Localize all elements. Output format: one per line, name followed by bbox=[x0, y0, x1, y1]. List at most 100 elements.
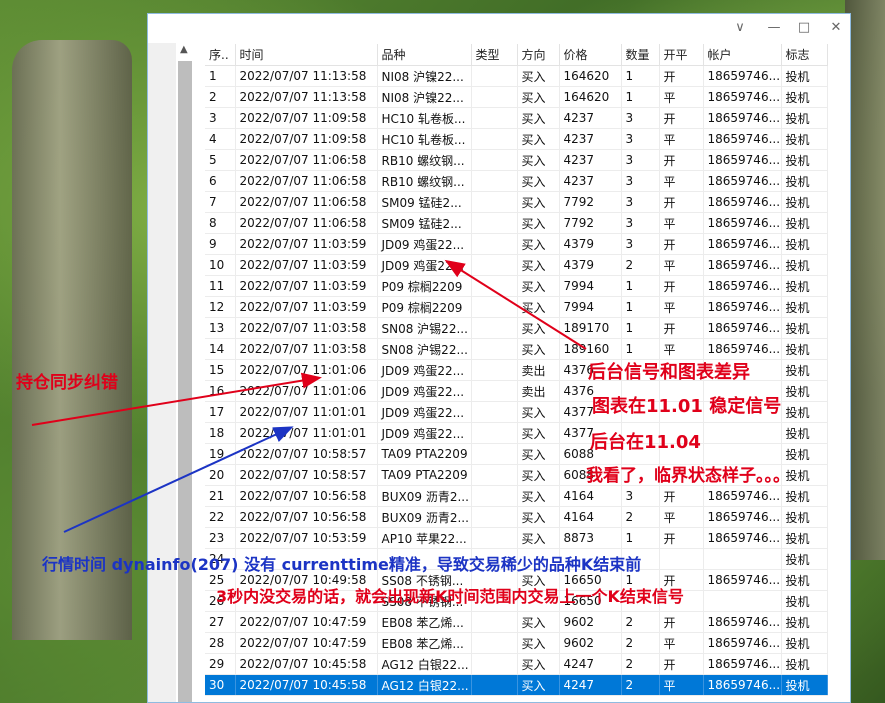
cell-openclose: 平 bbox=[659, 338, 704, 360]
col-header-qty[interactable]: 数量 bbox=[621, 44, 660, 66]
table-row[interactable]: 21 2022/07/07 10:56:58 BUX09 沥青2... 买入 4164 3… bbox=[205, 485, 828, 507]
cell-qty: 3 bbox=[621, 149, 660, 171]
table-row[interactable]: 3 2022/07/07 11:09:58 HC10 轧卷板... 买入 4237 3 开 1… bbox=[205, 107, 828, 129]
chevron-down-icon[interactable]: ∨ bbox=[730, 19, 750, 37]
cell-openclose: 开 bbox=[659, 611, 704, 633]
cell-symbol: EB08 苯乙烯... bbox=[377, 611, 472, 633]
cell-openclose bbox=[659, 464, 704, 486]
cell-openclose: 平 bbox=[659, 632, 704, 654]
table-row[interactable]: 9 2022/07/07 11:03:59 JD09 鸡蛋22... 买入 4379 3 开… bbox=[205, 233, 828, 255]
cell-time: 2022/07/07 11:09:58 bbox=[235, 107, 378, 129]
cell-account: 18659746... bbox=[703, 506, 782, 528]
cell-price: 4237 bbox=[559, 107, 622, 129]
minimize-icon[interactable]: — bbox=[764, 19, 784, 37]
cell-type bbox=[471, 527, 518, 549]
cell-type bbox=[471, 380, 518, 402]
table-row[interactable]: 30 2022/07/07 10:45:58 AG12 白银22... 买入 4247 2… bbox=[205, 674, 828, 696]
cell-time: 2022/07/07 11:03:59 bbox=[235, 296, 378, 318]
cell-seq: 13 bbox=[205, 317, 236, 339]
table-row[interactable]: 6 2022/07/07 11:06:58 RB10 螺纹钢... 买入 4237 3 平 1… bbox=[205, 170, 828, 192]
cell-type bbox=[471, 590, 518, 612]
cell-flag: 投机 bbox=[781, 170, 828, 192]
table-row[interactable]: 28 2022/07/07 10:47:59 EB08 苯乙烯... 买入 9602 2 平… bbox=[205, 632, 828, 654]
cell-flag: 投机 bbox=[781, 611, 828, 633]
cell-price: 9602 bbox=[559, 632, 622, 654]
cell-seq: 2 bbox=[205, 86, 236, 108]
col-header-type[interactable]: 类型 bbox=[471, 44, 518, 66]
cell-flag: 投机 bbox=[781, 317, 828, 339]
table-row[interactable]: 23 2022/07/07 10:53:59 AP10 苹果22... 买入 8873 1… bbox=[205, 527, 828, 549]
scroll-up-icon[interactable]: ▲ bbox=[180, 44, 188, 55]
col-header-direction[interactable]: 方向 bbox=[517, 44, 560, 66]
cell-symbol: RB10 螺纹钢... bbox=[377, 149, 472, 171]
cell-time: 2022/07/07 10:47:59 bbox=[235, 632, 378, 654]
col-header-seq[interactable]: 序.. bbox=[205, 44, 236, 66]
cell-symbol: EB08 苯乙烯... bbox=[377, 632, 472, 654]
side-panel: ▲ bbox=[148, 43, 192, 702]
cell-time: 2022/07/07 10:45:58 bbox=[235, 653, 378, 675]
cell-openclose: 平 bbox=[659, 128, 704, 150]
table-row[interactable]: 12 2022/07/07 11:03:59 P09 棕榈2209 买入 7994 1 平 1… bbox=[205, 296, 828, 318]
table-row[interactable]: 25 2022/07/07 10:49:58 SS08 不锈钢... 买入 16650 1… bbox=[205, 569, 828, 591]
table-row[interactable]: 17 2022/07/07 11:01:01 JD09 鸡蛋22... 买入 4377 投… bbox=[205, 401, 828, 423]
cell-time: 2022/07/07 10:47:59 bbox=[235, 611, 378, 633]
table-row[interactable]: 5 2022/07/07 11:06:58 RB10 螺纹钢... 买入 4237 3 开 1… bbox=[205, 149, 828, 171]
cell-time: 2022/07/07 10:58:57 bbox=[235, 443, 378, 465]
cell-flag: 投机 bbox=[781, 548, 828, 570]
table-row[interactable]: 1 2022/07/07 11:13:58 NI08 沪镍22... 买入 164620… bbox=[205, 65, 828, 87]
table-row[interactable]: 20 2022/07/07 10:58:57 TA09 PTA2209 买入 6088 投… bbox=[205, 464, 828, 486]
table-row[interactable]: 2 2022/07/07 11:13:58 NI08 沪镍22... 买入 164620… bbox=[205, 86, 828, 108]
col-header-openclose[interactable]: 开平 bbox=[659, 44, 704, 66]
cell-direction: 买入 bbox=[517, 569, 560, 591]
table-row[interactable]: 26 SS08 不锈钢... 16650 投机 bbox=[205, 590, 828, 612]
cell-seq: 12 bbox=[205, 296, 236, 318]
cell-seq: 28 bbox=[205, 632, 236, 654]
cell-account: 18659746... bbox=[703, 107, 782, 129]
table-row[interactable]: 19 2022/07/07 10:58:57 TA09 PTA2209 买入 6088 投… bbox=[205, 443, 828, 465]
table-row[interactable]: 10 2022/07/07 11:03:59 JD09 鸡蛋22... 买入 4379 2… bbox=[205, 254, 828, 276]
table-row[interactable]: 24 投机 bbox=[205, 548, 828, 570]
col-header-price[interactable]: 价格 bbox=[559, 44, 622, 66]
cell-time: 2022/07/07 11:06:58 bbox=[235, 170, 378, 192]
cell-symbol: JD09 鸡蛋22... bbox=[377, 422, 472, 444]
table-row[interactable]: 29 2022/07/07 10:45:58 AG12 白银22... 买入 4247 2… bbox=[205, 653, 828, 675]
table-row[interactable]: 22 2022/07/07 10:56:58 BUX09 沥青2... 买入 4164 2… bbox=[205, 506, 828, 528]
cell-type bbox=[471, 254, 518, 276]
cell-account bbox=[703, 422, 782, 444]
cell-price: 4379 bbox=[559, 233, 622, 255]
maximize-icon[interactable]: □ bbox=[794, 19, 814, 37]
cell-type bbox=[471, 485, 518, 507]
table-row[interactable]: 27 2022/07/07 10:47:59 EB08 苯乙烯... 买入 9602 2 开… bbox=[205, 611, 828, 633]
col-header-symbol[interactable]: 品种 bbox=[377, 44, 472, 66]
col-header-account[interactable]: 帐户 bbox=[703, 44, 782, 66]
table-row[interactable]: 14 2022/07/07 11:03:58 SN08 沪锡22... 买入 18916… bbox=[205, 338, 828, 360]
col-header-flag[interactable]: 标志 bbox=[781, 44, 828, 66]
cell-type bbox=[471, 674, 518, 696]
table-row[interactable]: 18 2022/07/07 11:01:01 JD09 鸡蛋22... 买入 4377 投… bbox=[205, 422, 828, 444]
cell-qty bbox=[621, 401, 660, 423]
cell-account: 18659746... bbox=[703, 86, 782, 108]
table-row[interactable]: 7 2022/07/07 11:06:58 SM09 锰硅2... 买入 7792 3 开 1… bbox=[205, 191, 828, 213]
cell-time: 2022/07/07 11:03:59 bbox=[235, 233, 378, 255]
table-row[interactable]: 15 2022/07/07 11:01:06 JD09 鸡蛋22... 卖出 4376 投… bbox=[205, 359, 828, 381]
cell-openclose: 平 bbox=[659, 86, 704, 108]
table-row[interactable]: 16 2022/07/07 11:01:06 JD09 鸡蛋22... 卖出 4376 投… bbox=[205, 380, 828, 402]
cell-flag: 投机 bbox=[781, 233, 828, 255]
cell-openclose: 开 bbox=[659, 149, 704, 171]
cell-symbol: AG12 白银22... bbox=[377, 653, 472, 675]
table-row[interactable]: 11 2022/07/07 11:03:59 P09 棕榈2209 买入 7994 1 开 1… bbox=[205, 275, 828, 297]
cell-direction: 买入 bbox=[517, 338, 560, 360]
table-row[interactable]: 13 2022/07/07 11:03:58 SN08 沪锡22... 买入 18917… bbox=[205, 317, 828, 339]
cell-time: 2022/07/07 10:49:58 bbox=[235, 569, 378, 591]
trade-table: 序.. 时间 品种 类型 方向 价格 数量 开平 帐户 标志 1 2022/07/… bbox=[205, 44, 828, 696]
vertical-scrollbar[interactable] bbox=[178, 61, 192, 702]
cell-time: 2022/07/07 11:06:58 bbox=[235, 212, 378, 234]
cell-openclose: 开 bbox=[659, 107, 704, 129]
cell-qty: 1 bbox=[621, 569, 660, 591]
cell-seq: 25 bbox=[205, 569, 236, 591]
table-row[interactable]: 4 2022/07/07 11:09:58 HC10 轧卷板... 买入 4237 3 平 1… bbox=[205, 128, 828, 150]
table-row[interactable]: 8 2022/07/07 11:06:58 SM09 锰硅2... 买入 7792 3 平 1… bbox=[205, 212, 828, 234]
close-icon[interactable]: ✕ bbox=[826, 19, 846, 37]
cell-openclose bbox=[659, 422, 704, 444]
col-header-time[interactable]: 时间 bbox=[235, 44, 378, 66]
